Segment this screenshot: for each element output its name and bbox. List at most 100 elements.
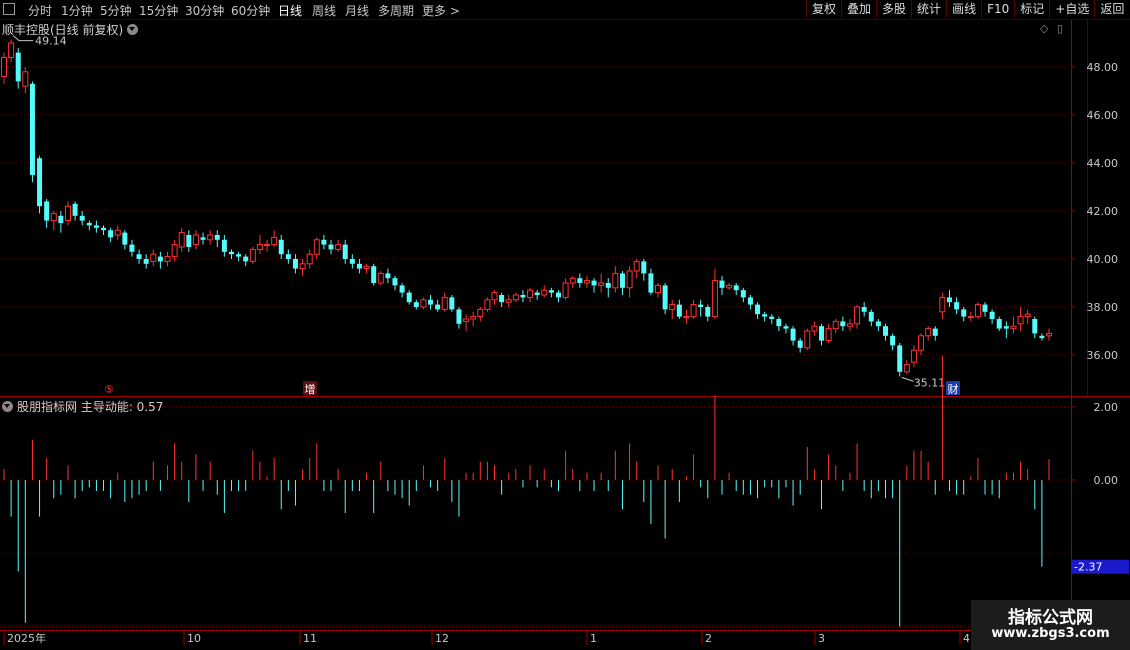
period-tab-30min[interactable]: 30分钟 — [185, 2, 224, 19]
period-tab-fenshi[interactable]: 分时 — [28, 2, 52, 19]
candle-body-up — [655, 284, 662, 294]
candle-body-down — [641, 261, 647, 274]
period-tab-daily[interactable]: 日线 — [278, 2, 302, 19]
indicator-title[interactable]: 股朋指标网 主导动能: 0.57 — [2, 398, 163, 415]
candle-body-up — [505, 299, 512, 303]
mark-button[interactable]: 标记 — [1014, 0, 1049, 18]
candle-body-up — [541, 289, 548, 296]
candle-body-up — [114, 229, 121, 236]
candle-body-up — [470, 316, 477, 320]
candle-body-down — [328, 244, 334, 250]
statistics-button[interactable]: 统计 — [911, 0, 946, 18]
watermark: 指标公式网 www.zbgs3.com — [971, 600, 1130, 650]
candle-body-up — [967, 316, 974, 319]
candle-body-down — [292, 259, 298, 269]
candle-body-down — [356, 263, 362, 269]
stock-title[interactable]: 顺丰控股(日线 前复权) — [2, 21, 139, 38]
candle-body-up — [256, 244, 263, 250]
candle-body-down — [221, 239, 227, 252]
fuquan-button[interactable]: 复权 — [806, 0, 841, 18]
candle-body-down — [499, 295, 505, 303]
draw-line-button[interactable]: 画线 — [946, 0, 981, 18]
chevron-down-icon[interactable] — [127, 24, 139, 35]
candle-body-up — [1017, 316, 1024, 325]
candle-body-down — [72, 203, 78, 216]
add-watchlist-button[interactable]: +自选 — [1049, 0, 1094, 18]
period-tab-weekly[interactable]: 周线 — [312, 2, 336, 19]
period-tab-5min[interactable]: 5分钟 — [100, 2, 132, 19]
candle-body-down — [520, 295, 526, 298]
f10-button[interactable]: F10 — [981, 0, 1014, 18]
candle-body-up — [918, 335, 925, 351]
candle-body-down — [136, 254, 142, 259]
period-tab-1min[interactable]: 1分钟 — [61, 2, 93, 19]
candle-body-up — [825, 328, 832, 342]
candle-body-up — [1010, 325, 1017, 330]
candle-body-down — [392, 278, 398, 286]
indicator-axis-label: 2.00 — [1094, 401, 1119, 414]
candle-body-up — [313, 239, 320, 255]
window-menu-icon[interactable] — [3, 3, 15, 15]
event-marker: 增 — [305, 382, 316, 396]
candle-body-down — [719, 280, 725, 288]
candle-body-down — [648, 273, 654, 293]
candle-body-down — [868, 311, 874, 322]
candle-body-down — [769, 316, 775, 319]
candle-body-down — [449, 297, 455, 310]
candle-body-down — [577, 278, 583, 283]
back-button[interactable]: 返回 — [1094, 0, 1129, 18]
price-axis-label: 46.00 — [1087, 109, 1119, 122]
overlay-button[interactable]: 叠加 — [841, 0, 876, 18]
candle-body-up — [484, 299, 491, 310]
panel-toggle-icon[interactable]: ▯ — [1057, 22, 1063, 35]
candle-body-down — [143, 259, 149, 264]
candle-body-down — [897, 345, 903, 372]
candle-body-down — [108, 230, 114, 238]
candle-body-down — [534, 292, 540, 295]
candle-body-down — [591, 280, 597, 286]
kline-chart-canvas[interactable]: 48.00 46.00 44.00 42.00 40.00 38.00 36.00 2.00 0… — [0, 0, 1130, 650]
candle-body-down — [371, 266, 377, 283]
candle-body-up — [306, 253, 313, 265]
candle-body-up — [974, 304, 981, 318]
candle-body-down — [200, 237, 206, 240]
candle-body-up — [22, 71, 29, 87]
candle-body-down — [954, 302, 960, 310]
candle-body-up — [512, 294, 519, 301]
diamond-icon[interactable]: ◇ — [1040, 22, 1048, 35]
watermark-line2: www.zbgs3.com — [991, 626, 1110, 641]
time-axis-label: 10 — [187, 632, 201, 645]
candle-body-up — [811, 325, 818, 332]
period-tab-more[interactable]: 更多 > — [422, 2, 460, 19]
candle-body-down — [705, 307, 711, 317]
candle-body-up — [832, 320, 839, 330]
candle-body-down — [790, 328, 796, 341]
candle-body-up — [598, 282, 605, 286]
price-axis-label: 44.00 — [1087, 157, 1119, 170]
candle-body-down — [79, 215, 85, 221]
candle-body-up — [150, 253, 157, 262]
period-tab-monthly[interactable]: 月线 — [345, 2, 369, 19]
stock-title-text: 顺丰控股(日线 前复权) — [2, 23, 124, 37]
period-tab-multi[interactable]: 多周期 — [378, 2, 414, 19]
multi-stock-button[interactable]: 多股 — [876, 0, 911, 18]
period-tab-15min[interactable]: 15分钟 — [139, 2, 178, 19]
candle-body-down — [385, 273, 391, 279]
candle-body-down — [342, 244, 348, 259]
candle-body-up — [804, 330, 811, 349]
period-tab-60min[interactable]: 60分钟 — [231, 2, 270, 19]
time-axis-label: 12 — [435, 632, 449, 645]
candle-body-up — [846, 323, 853, 327]
chevron-down-icon[interactable] — [2, 401, 13, 412]
candle-body-down — [890, 335, 896, 346]
candle-body-up — [690, 304, 697, 318]
candle-body-down — [1039, 335, 1045, 339]
price-axis-label: 36.00 — [1087, 349, 1119, 362]
candle-body-up — [910, 349, 917, 363]
candle-body-up — [711, 280, 718, 318]
action-buttons: 复权 叠加 多股 统计 画线 F10 标记 +自选 返回 — [806, 0, 1129, 19]
candle-body-down — [93, 225, 99, 228]
candle-body-up — [569, 277, 576, 284]
price-axis-label: 38.00 — [1087, 301, 1119, 314]
candle-body-down — [214, 235, 220, 240]
